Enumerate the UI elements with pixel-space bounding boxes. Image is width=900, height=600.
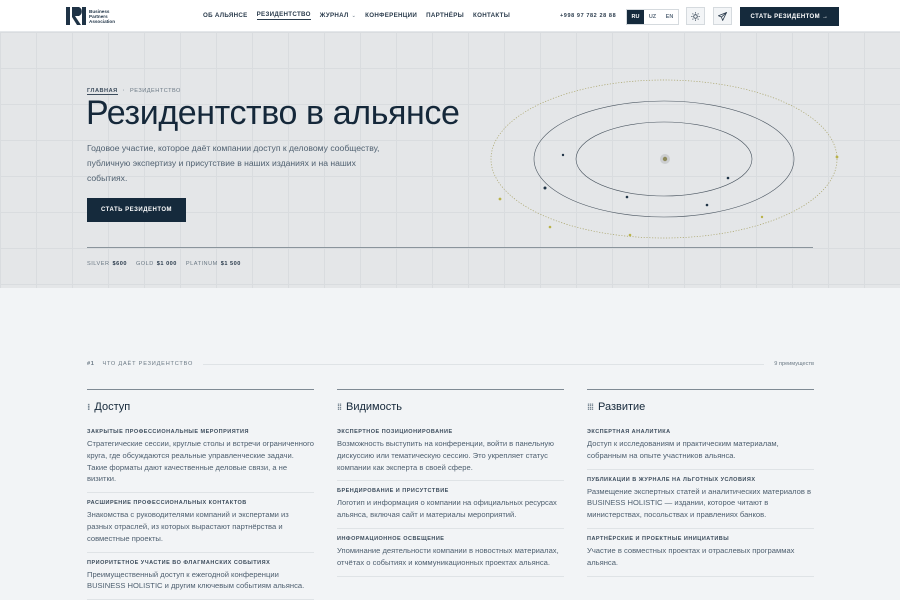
tier-platinum-price: $1 500 (220, 261, 241, 267)
become-resident-button[interactable]: СТАТЬ РЕЗИДЕНТОМ (87, 198, 186, 222)
theme-toggle-button[interactable] (686, 7, 705, 25)
column-bullet-icon: ⁞⁞⁞ (587, 402, 594, 412)
benefit-text: Доступ к исследованиям и практическим ма… (587, 439, 779, 460)
column-rule (587, 389, 814, 390)
benefit-text: Участие в совместных проектах и отраслев… (587, 545, 795, 567)
column-rule (337, 389, 564, 390)
nav-conferences[interactable]: КОНФЕРЕНЦИИ (365, 11, 417, 20)
benefit-text: Знакомства с руководителями компаний и э… (87, 510, 289, 543)
section-number: #1 (87, 361, 95, 367)
benefit-label: ПУБЛИКАЦИИ В ЖУРНАЛЕ НА ЛЬГОТНЫХ УСЛОВИЯ… (587, 476, 756, 483)
benefit-text: Логотип и информация о компании на офици… (337, 498, 557, 520)
nav-journal[interactable]: ЖУРНАЛ ⌄ (320, 11, 356, 20)
language-switcher: RU UZ EN (626, 9, 679, 25)
column-header: ⁝ Доступ (87, 401, 314, 413)
benefit-item: ЭКСПЕРТНАЯ АНАЛИТИКА Доступ к исследован… (587, 422, 814, 470)
benefit-item: БРЕНДИРОВАНИЕ И ПРИСУТСТВИЕ Логотип и ин… (337, 481, 564, 529)
benefit-item: РАСШИРЕНИЕ ПРОФЕССИОНАЛЬНЫХ КОНТАКТОВ Зн… (87, 493, 314, 553)
column-header: ⁞⁞⁞ Развитие (587, 401, 814, 413)
nav-about[interactable]: ОБ АЛЬЯНСЕ (203, 11, 248, 20)
site-header: Business Partners Association ОБ АЛЬЯНСЕ… (0, 0, 900, 32)
benefit-item: ПУБЛИКАЦИИ В ЖУРНАЛЕ НА ЛЬГОТНЫХ УСЛОВИЯ… (587, 470, 814, 529)
benefit-column-visibility: ⁞⁞ Видимость ЭКСПЕРТНОЕ ПОЗИЦИОНИРОВАНИЕ… (337, 389, 564, 577)
benefit-label: ПРИОРИТЕТНОЕ УЧАСТИЕ ВО ФЛАГМАНСКИХ СОБЫ… (87, 559, 271, 566)
phone-link[interactable]: +998 97 782 28 88 (560, 13, 616, 19)
section-rule (203, 363, 765, 365)
lang-en[interactable]: EN (661, 10, 678, 24)
bpa-logo-icon (66, 7, 86, 25)
column-bullet-icon: ⁝ (87, 401, 91, 412)
nav-partners-label: ПАРТНЁРЫ (426, 12, 465, 19)
benefit-label: БРЕНДИРОВАНИЕ И ПРИСУТСТВИЕ (337, 488, 449, 495)
benefit-label: ЭКСПЕРТНАЯ АНАЛИТИКА (587, 429, 671, 435)
nav-residency[interactable]: РЕЗИДЕНТСТВО (256, 11, 311, 20)
benefit-column-access: ⁝ Доступ ЗАКРЫТЫЕ ПРОФЕССИОНАЛЬНЫЕ МЕРОП… (87, 389, 314, 600)
hero-section: ГЛАВНАЯ · РЕЗИДЕНТСТВО Резидентство в ал… (0, 32, 900, 288)
lang-uz[interactable]: UZ (644, 10, 661, 24)
logo-text: Business Partners Association (89, 8, 116, 24)
page-title: Резидентство в альянсе (86, 94, 460, 132)
telegram-button[interactable] (713, 7, 732, 25)
column-title: Развитие (598, 401, 646, 413)
logo[interactable]: Business Partners Association (66, 7, 121, 25)
benefit-item: ПРИОРИТЕТНОЕ УЧАСТИЕ ВО ФЛАГМАНСКИХ СОБЫ… (87, 553, 314, 600)
tier-prices: SILVER $600 GOLD $1 000 PLATINUM $1 500 (87, 261, 250, 267)
tier-gold-price: $1 000 (156, 261, 177, 267)
tier-silver: SILVER $600 (87, 261, 127, 267)
tier-gold-name: GOLD (135, 261, 154, 267)
benefit-label: ЭКСПЕРТНОЕ ПОЗИЦИОНИРОВАНИЕ (337, 429, 453, 435)
nav-about-label: ОБ АЛЬЯНСЕ (203, 12, 248, 19)
benefit-item: ЭКСПЕРТНОЕ ПОЗИЦИОНИРОВАНИЕ Возможность … (337, 422, 564, 482)
tier-silver-price: $600 (112, 261, 127, 267)
become-resident-button-header[interactable]: СТАТЬ РЕЗИДЕНТОМ → (740, 7, 839, 26)
nav-journal-label: ЖУРНАЛ (319, 12, 349, 19)
nav-partners[interactable]: ПАРТНЁРЫ (426, 11, 464, 20)
main-nav: ОБ АЛЬЯНСЕ РЕЗИДЕНТСТВО ЖУРНАЛ ⌄ КОНФЕРЕН… (203, 11, 519, 20)
benefit-text: Возможность выступить на конференции, во… (337, 439, 554, 472)
section-title: ЧТО ДАЁТ РЕЗИДЕНТСТВО (102, 361, 194, 367)
sun-icon (691, 11, 700, 21)
benefit-text: Стратегические сессии, круглые столы и в… (87, 439, 314, 484)
nav-contacts[interactable]: КОНТАКТЫ (473, 11, 510, 20)
benefit-item: ПАРТНЁРСКИЕ И ПРОЕКТНЫЕ ИНИЦИАТИВЫ Участ… (587, 529, 814, 577)
column-title: Видимость (346, 401, 402, 413)
benefit-text: Преимущественный доступ к ежегодной конф… (87, 569, 305, 591)
column-title: Доступ (94, 401, 131, 413)
benefit-label: ПАРТНЁРСКИЕ И ПРОЕКТНЫЕ ИНИЦИАТИВЫ (587, 535, 730, 542)
benefit-label: ЗАКРЫТЫЕ ПРОФЕССИОНАЛЬНЫЕ МЕРОПРИЯТИЯ (87, 429, 249, 435)
hero-divider (87, 247, 813, 248)
tier-silver-name: SILVER (87, 261, 110, 267)
column-header: ⁞⁞ Видимость (337, 401, 564, 413)
benefit-label: РАСШИРЕНИЕ ПРОФЕССИОНАЛЬНЫХ КОНТАКТОВ (87, 500, 247, 507)
nav-residency-label: РЕЗИДЕНТСТВО (256, 11, 311, 18)
tier-gold: GOLD $1 000 (136, 261, 177, 267)
column-bullet-icon: ⁞⁞ (337, 402, 342, 412)
chevron-down-icon: ⌄ (351, 12, 357, 19)
paper-plane-icon (718, 11, 727, 21)
benefit-text: Упоминание деятельности компании в новос… (337, 545, 559, 567)
benefit-label: ИНФОРМАЦИОННОЕ ОСВЕЩЕНИЕ (337, 535, 445, 542)
benefit-item: ИНФОРМАЦИОННОЕ ОСВЕЩЕНИЕ Упоминание деят… (337, 529, 564, 577)
hero-description: Годовое участие, которое даёт компании д… (87, 143, 380, 183)
nav-contacts-label: КОНТАКТЫ (473, 12, 511, 19)
column-rule (87, 389, 314, 390)
benefits-section-header: #1 ЧТО ДАЁТ РЕЗИДЕНТСТВО 9 преимуществ (87, 359, 814, 369)
tier-platinum: PLATINUM $1 500 (186, 261, 241, 267)
orbits-illustration (490, 79, 839, 239)
benefit-item: ЗАКРЫТЫЕ ПРОФЕССИОНАЛЬНЫЕ МЕРОПРИЯТИЯ Ст… (87, 422, 314, 494)
benefit-column-development: ⁞⁞⁞ Развитие ЭКСПЕРТНАЯ АНАЛИТИКА Доступ… (587, 389, 814, 577)
benefits-count: 9 преимуществ (774, 361, 814, 367)
tier-platinum-name: PLATINUM (185, 261, 218, 267)
nav-conferences-label: КОНФЕРЕНЦИИ (365, 12, 418, 19)
benefit-text: Размещение экспертных статей и аналитиче… (587, 486, 812, 520)
lang-ru[interactable]: RU (627, 10, 644, 24)
